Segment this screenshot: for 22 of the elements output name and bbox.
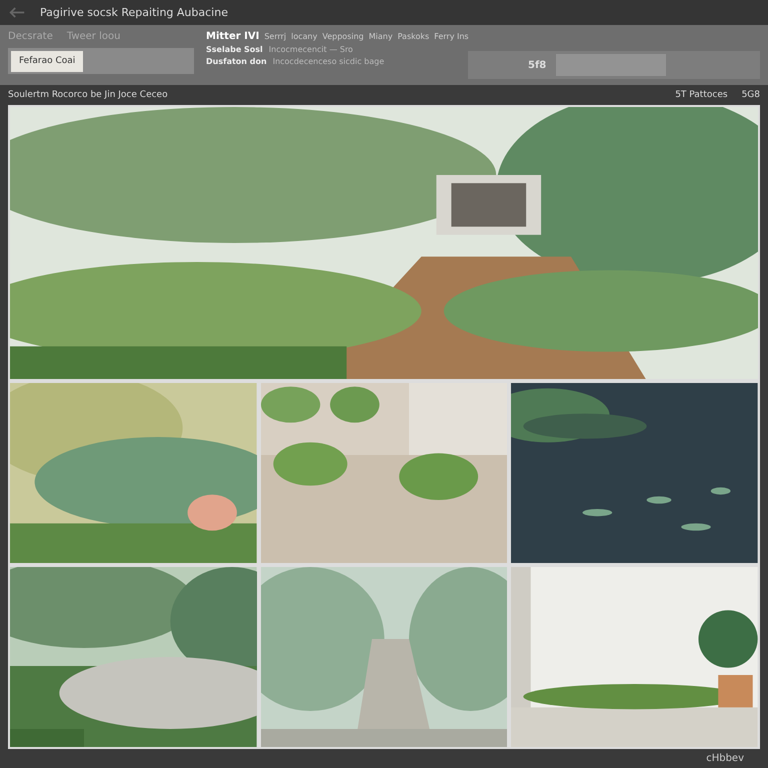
text-field[interactable]: Fefarao Coai (8, 48, 194, 74)
toolbar-link[interactable]: Vepposing (322, 32, 364, 41)
back-icon[interactable] (8, 7, 26, 18)
toolbar-label: Tweer loou (66, 31, 120, 42)
toolbar-link[interactable]: Miany (368, 32, 393, 41)
info-value: Incocdecenceso sicdic bage (272, 57, 384, 66)
status-text: Soulertm Rocorco be Jin Joce Ceceo (8, 90, 168, 100)
size-value: 5f8 (528, 60, 546, 70)
toolbar-link[interactable]: Ferry Ins (434, 32, 469, 41)
toolbar-heading: Mitter IVI (206, 31, 260, 42)
toolbar-link[interactable]: Paskoks (398, 32, 430, 41)
info-label: Dusfaton don (206, 57, 267, 66)
info-label: Sselabe Sosl (206, 45, 263, 54)
info-value: Incocmecencit — Sro (268, 45, 353, 54)
field-button[interactable]: Fefarao Coai (11, 50, 84, 72)
toolbar-link[interactable]: locany (291, 32, 318, 41)
status-text: 5T Pattoces (675, 90, 728, 100)
toolbar-link[interactable]: Serrrj (264, 32, 286, 41)
window-title: Pagirive socsk Repaiting Aubacine (40, 6, 228, 19)
status-text: 5G8 (742, 90, 760, 100)
footer-text: cHbbev (706, 753, 744, 764)
toolbar-label: Decsrate (8, 31, 53, 42)
